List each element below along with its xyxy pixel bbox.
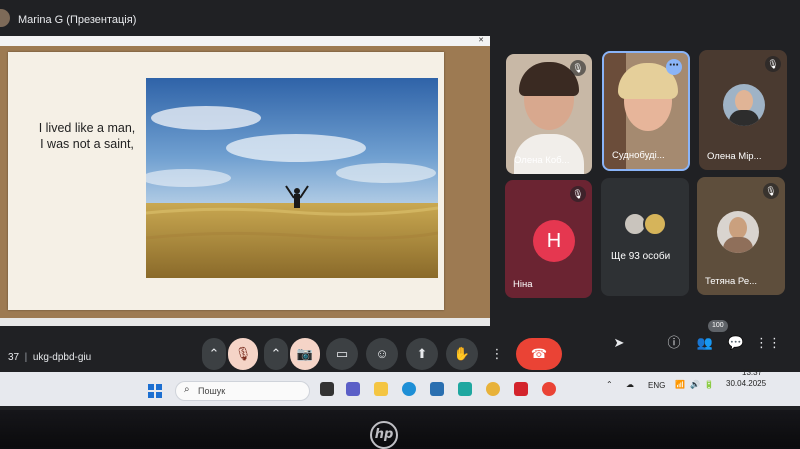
mouse-cursor: ➤ — [613, 335, 625, 350]
hp-logo: hp — [370, 421, 398, 449]
camera-toggle-button[interactable]: 📷 — [290, 338, 320, 370]
apps-icon[interactable]: ⋮⋮ — [755, 332, 781, 354]
video-options-button[interactable]: ⌃ — [264, 338, 288, 370]
slide-line-2: I was not a saint, — [40, 137, 134, 151]
participant-name: Ніна — [513, 279, 533, 290]
chrome-icon[interactable] — [542, 382, 556, 396]
present-icon: ⬆ — [416, 346, 428, 361]
wifi-icon[interactable]: 📶 — [675, 380, 685, 389]
reactions-button[interactable]: ☺ — [366, 338, 398, 370]
participant-tile[interactable]: 🎙 Олена Коб... — [506, 54, 592, 174]
chat-icon[interactable]: 💬 — [725, 332, 747, 354]
mic-off-icon: 🎙 — [763, 183, 779, 199]
store-icon[interactable] — [430, 382, 444, 396]
taskbar-search[interactable]: ⌕ Пошук — [175, 381, 310, 401]
audio-options-button[interactable]: ⌃ — [202, 338, 226, 370]
slide-line-1: I lived like a man, — [38, 121, 136, 135]
participant-name: Олена Мір... — [707, 151, 762, 162]
battery-icon[interactable]: 🔋 — [704, 380, 714, 389]
presenter-avatar — [0, 9, 10, 27]
search-icon: ⌕ — [184, 384, 190, 395]
close-icon[interactable]: ✕ — [478, 36, 484, 44]
meeting-time-fragment: 37 — [8, 352, 20, 363]
leave-call-button[interactable]: ☎ — [516, 338, 562, 370]
raise-hand-icon: ✋ — [453, 346, 471, 361]
presenter-title: Marina G (Презентація) — [18, 14, 137, 26]
participant-tile[interactable]: Н 🎙 Ніна — [505, 180, 592, 298]
monitor-screen: Marina G (Презентація) ✕ I lived like a … — [0, 0, 800, 410]
chevron-up-icon[interactable]: ⌃ — [606, 380, 613, 389]
more-participants-tile[interactable]: Ще 93 особи — [601, 178, 689, 296]
windows-start-icon[interactable] — [148, 384, 162, 398]
task-view-icon[interactable] — [320, 382, 334, 396]
volume-icon[interactable]: 🔊 — [690, 380, 700, 389]
mic-off-icon: 🎙 — [234, 346, 252, 361]
powerpoint-title-bar: ✕ — [0, 36, 490, 46]
wheat-field-photo — [146, 78, 438, 278]
mic-off-icon: 🎙 — [570, 60, 586, 76]
participant-tile[interactable]: 🎙 Тетяна Ре... — [697, 177, 785, 295]
present-button[interactable]: ⬆ — [406, 338, 438, 370]
language-indicator[interactable]: ENG — [648, 381, 665, 390]
search-placeholder: Пошук — [198, 386, 226, 396]
more-participants-label: Ще 93 особи — [611, 251, 671, 262]
chevron-up-icon: ⌃ — [208, 346, 220, 361]
participant-name: Суднобуді... — [612, 150, 665, 161]
meeting-code: 37 | ukg-dpbd-giu — [8, 352, 92, 363]
more-icon: ⋮ — [490, 346, 504, 361]
participant-count-badge: 100 — [708, 320, 728, 332]
raise-hand-button[interactable]: ✋ — [446, 338, 478, 370]
powerpoint-status-bar — [0, 318, 490, 326]
meeting-code-text: ukg-dpbd-giu — [32, 352, 92, 363]
participant-tile-speaking[interactable]: ⋯ Суднобуді... — [602, 51, 690, 171]
app-icon[interactable] — [458, 382, 472, 396]
end-call-icon: ☎ — [530, 346, 548, 361]
info-icon[interactable]: ⓘ — [663, 332, 685, 354]
more-options-icon[interactable]: ⋯ — [666, 59, 682, 75]
mcafee-icon[interactable] — [514, 382, 528, 396]
participant-name: Тетяна Ре... — [705, 276, 758, 287]
more-options-button[interactable]: ⋮ — [486, 338, 508, 370]
participant-name: Олена Коб... — [514, 155, 570, 166]
shared-screen: ✕ I lived like a man, I was not a saint, — [0, 36, 490, 326]
slide-text: I lived like a man, I was not a saint, — [22, 120, 152, 152]
microphone-toggle-button[interactable]: 🎙 — [228, 338, 258, 370]
camera-off-icon: 📷 — [296, 346, 314, 361]
mic-off-icon: 🎙 — [765, 56, 781, 72]
clock-date[interactable]: 30.04.2025 — [726, 379, 766, 388]
captions-icon: ▭ — [335, 346, 349, 361]
letter-avatar: Н — [533, 220, 575, 262]
people-icon[interactable]: 👥 — [694, 332, 716, 354]
emoji-icon: ☺ — [375, 346, 389, 361]
app-icon[interactable] — [486, 382, 500, 396]
edge-icon[interactable] — [402, 382, 416, 396]
mic-off-icon: 🎙 — [570, 186, 586, 202]
meet-top-bar: Marina G (Презентація) — [0, 0, 800, 40]
teams-icon[interactable] — [346, 382, 360, 396]
presentation-slide: I lived like a man, I was not a saint, — [8, 52, 444, 310]
file-explorer-icon[interactable] — [374, 382, 388, 396]
onedrive-icon[interactable]: ☁ — [626, 380, 634, 389]
captions-button[interactable]: ▭ — [326, 338, 358, 370]
windows-taskbar: ⌕ Пошук ⌃ ☁ ENG 📶 🔊 🔋 13:37 30.04.2025 — [0, 368, 800, 406]
chevron-up-icon: ⌃ — [270, 346, 282, 361]
clock-time[interactable]: 13:37 — [742, 368, 762, 377]
participant-tile[interactable]: 🎙 Олена Мір... — [699, 50, 787, 170]
monitor-bezel — [0, 410, 800, 447]
